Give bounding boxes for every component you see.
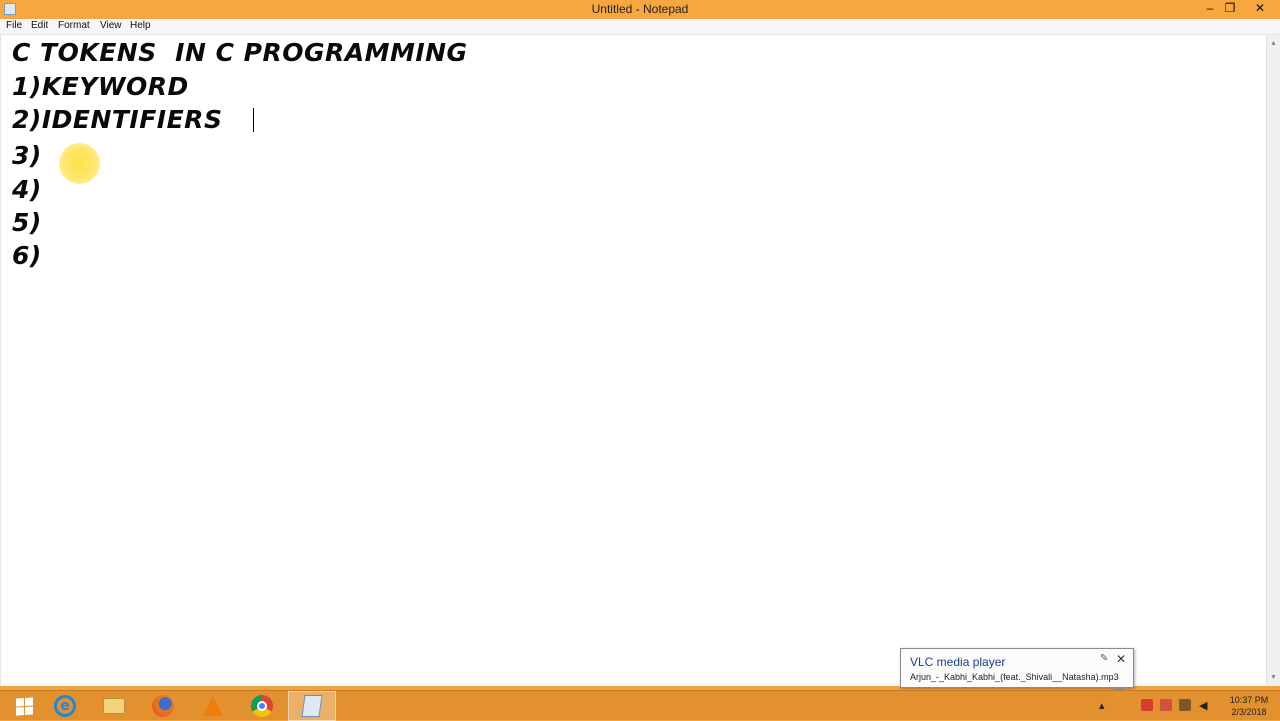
chrome-icon bbox=[251, 695, 273, 717]
menu-format[interactable]: Format bbox=[58, 20, 90, 31]
taskbar-internet-explorer[interactable]: e bbox=[41, 691, 89, 721]
firefox-icon bbox=[152, 695, 174, 717]
pin-icon[interactable]: ✎ bbox=[1100, 653, 1108, 664]
taskbar: e ▴ ◀ bbox=[0, 690, 1280, 721]
vlc-icon bbox=[203, 696, 223, 716]
editor-line-2: 1)KEYWORD bbox=[12, 72, 189, 101]
text-caret bbox=[253, 108, 254, 132]
taskbar-notepad[interactable] bbox=[288, 691, 336, 721]
editor-line-6: 5) bbox=[12, 208, 42, 237]
menu-view[interactable]: View bbox=[100, 20, 122, 31]
editor-line-7: 6) bbox=[12, 241, 42, 270]
editor-line-4: 3) bbox=[12, 141, 42, 170]
windows-start-icon bbox=[15, 696, 33, 716]
network-icon[interactable] bbox=[1179, 699, 1191, 711]
vlc-notification[interactable]: VLC media player Arjun_-_Kabhi_Kabhi_(fe… bbox=[900, 648, 1134, 688]
menu-bar: File Edit Format View Help bbox=[0, 19, 1280, 35]
close-icon[interactable]: ✕ bbox=[1116, 652, 1126, 666]
menu-help[interactable]: Help bbox=[130, 20, 151, 31]
editor-line-5: 4) bbox=[12, 175, 42, 204]
internet-explorer-icon: e bbox=[54, 695, 76, 717]
editor-line-3: 2)IDENTIFIERS bbox=[12, 105, 223, 134]
menu-file[interactable]: File bbox=[6, 20, 22, 31]
mouse-cursor-highlight bbox=[59, 143, 100, 184]
maximize-button[interactable]: ❐ bbox=[1216, 0, 1244, 19]
show-hidden-icons-icon[interactable]: ▴ bbox=[1099, 699, 1105, 712]
close-button[interactable]: ✕ bbox=[1246, 0, 1274, 19]
scroll-up-arrow-icon[interactable]: ▲ bbox=[1267, 37, 1280, 50]
tray-app-icon[interactable] bbox=[1141, 699, 1153, 711]
menu-edit[interactable]: Edit bbox=[31, 20, 48, 31]
clock-date[interactable]: 2/3/2018 bbox=[1222, 707, 1276, 717]
tray-flag-icon[interactable] bbox=[1160, 699, 1172, 711]
taskbar-firefox[interactable] bbox=[139, 691, 187, 721]
taskbar-vlc[interactable] bbox=[189, 691, 237, 721]
file-explorer-icon bbox=[103, 698, 125, 714]
taskbar-file-explorer[interactable] bbox=[90, 691, 138, 721]
title-bar[interactable]: Untitled - Notepad – ❐ ✕ bbox=[0, 0, 1280, 19]
editor-line-1: C TOKENS IN C PROGRAMMING bbox=[12, 38, 468, 67]
volume-icon[interactable]: ◀ bbox=[1199, 699, 1207, 712]
window-title: Untitled - Notepad bbox=[591, 2, 689, 16]
vlc-notification-track: Arjun_-_Kabhi_Kabhi_(feat._Shivali__Nata… bbox=[910, 672, 1119, 682]
notepad-icon bbox=[301, 695, 323, 717]
vlc-notification-title: VLC media player bbox=[910, 655, 1006, 669]
taskbar-chrome[interactable] bbox=[238, 691, 286, 721]
vertical-scrollbar[interactable]: ▲ ▼ bbox=[1266, 35, 1280, 686]
clock-time[interactable]: 10:37 PM bbox=[1222, 695, 1276, 705]
scroll-down-arrow-icon[interactable]: ▼ bbox=[1267, 671, 1280, 684]
